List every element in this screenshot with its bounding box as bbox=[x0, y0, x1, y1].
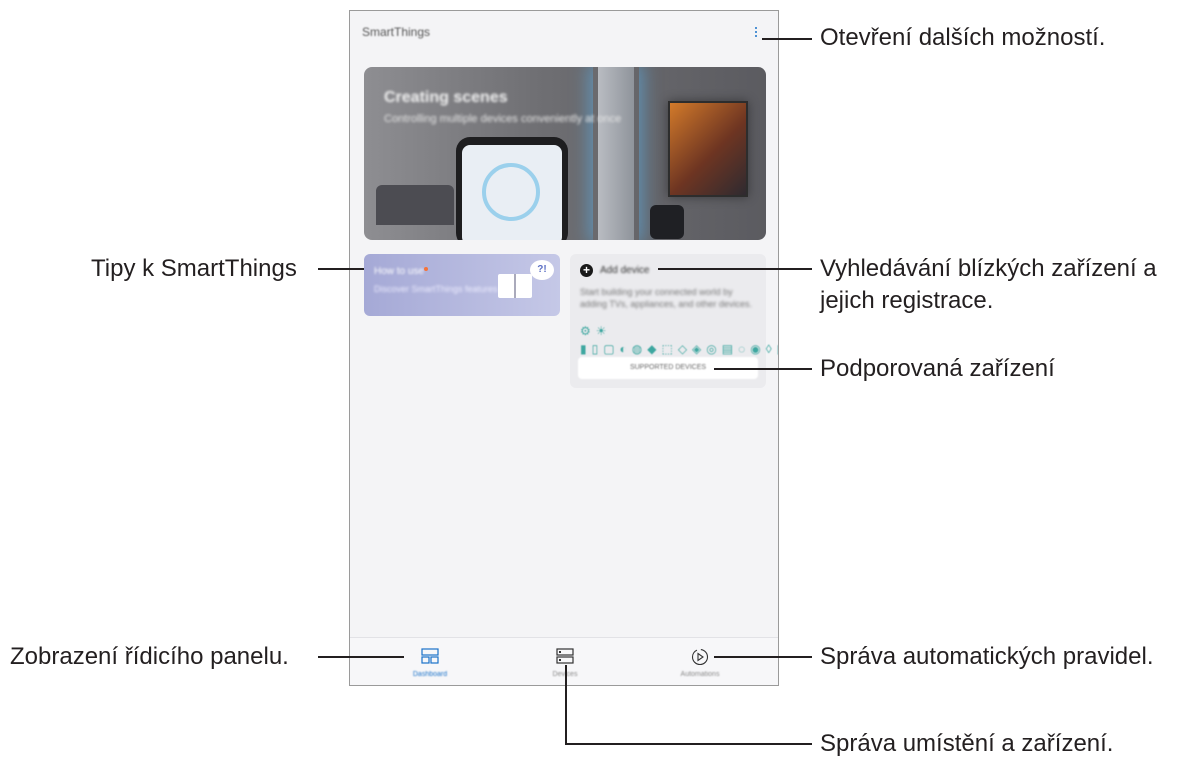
banner-title: Creating scenes bbox=[384, 89, 508, 106]
callout-supported: Podporovaná zařízení bbox=[820, 355, 1055, 382]
banner-sofa bbox=[376, 185, 454, 225]
plus-icon: + bbox=[580, 264, 593, 277]
phone-screen-frame: SmartThings Creating scenes Controlling … bbox=[349, 10, 779, 686]
automations-icon bbox=[691, 648, 709, 666]
banner-phone-image bbox=[456, 137, 568, 240]
device-type-icons: ⚙☀▮▯▢◐◍◆⬚◇◈◎▤◌◉◊▣ bbox=[580, 324, 779, 356]
banner-pillar bbox=[598, 67, 634, 240]
callout-tips: Tipy k SmartThings bbox=[91, 255, 297, 282]
callout-line-tips bbox=[318, 268, 364, 270]
book-icon bbox=[498, 274, 532, 298]
tips-subtitle: Discover SmartThings features bbox=[374, 284, 498, 294]
devices-icon bbox=[556, 648, 574, 664]
callout-more-options: Otevření dalších možností. bbox=[820, 24, 1106, 51]
callout-line-supported bbox=[714, 368, 812, 370]
tab-automations-label: Automations bbox=[680, 671, 720, 678]
callout-line-add bbox=[658, 268, 812, 270]
add-device-description: Start building your connected world by a… bbox=[580, 287, 752, 309]
callout-locations: Správa umístění a zařízení. bbox=[820, 730, 1114, 757]
banner-subtitle: Controlling multiple devices convenientl… bbox=[384, 113, 622, 125]
scenes-banner[interactable]: Creating scenes Controlling multiple dev… bbox=[364, 67, 766, 240]
callout-automation: Správa automatických pravidel. bbox=[820, 643, 1154, 670]
callout-line-automation bbox=[714, 656, 812, 658]
tips-card[interactable]: How to use Discover SmartThings features… bbox=[364, 254, 560, 316]
banner-speaker bbox=[650, 205, 684, 239]
new-dot-badge bbox=[424, 267, 428, 271]
tips-title: How to use bbox=[374, 266, 425, 277]
callout-line-devices-vertical bbox=[565, 665, 567, 744]
question-bubble-icon: ?! bbox=[530, 260, 554, 280]
callout-line-devices-horizontal bbox=[565, 743, 812, 745]
add-device-title: Add device bbox=[600, 265, 650, 276]
callout-search-line1: Vyhledávání blízkých zařízení a bbox=[820, 255, 1157, 282]
tab-automations[interactable]: Automations bbox=[640, 638, 760, 685]
callout-line-more bbox=[762, 38, 812, 40]
tab-dashboard-label: Dashboard bbox=[412, 671, 448, 678]
more-options-icon[interactable] bbox=[754, 27, 758, 41]
app-title: SmartThings bbox=[362, 25, 431, 39]
tab-dashboard[interactable]: Dashboard bbox=[370, 638, 490, 685]
dashboard-icon bbox=[421, 648, 439, 664]
callout-dashboard: Zobrazení řídicího panelu. bbox=[10, 643, 289, 670]
callout-line-dashboard bbox=[318, 656, 404, 658]
callout-search-line2: jejich registrace. bbox=[820, 287, 994, 314]
banner-painting bbox=[668, 101, 748, 197]
